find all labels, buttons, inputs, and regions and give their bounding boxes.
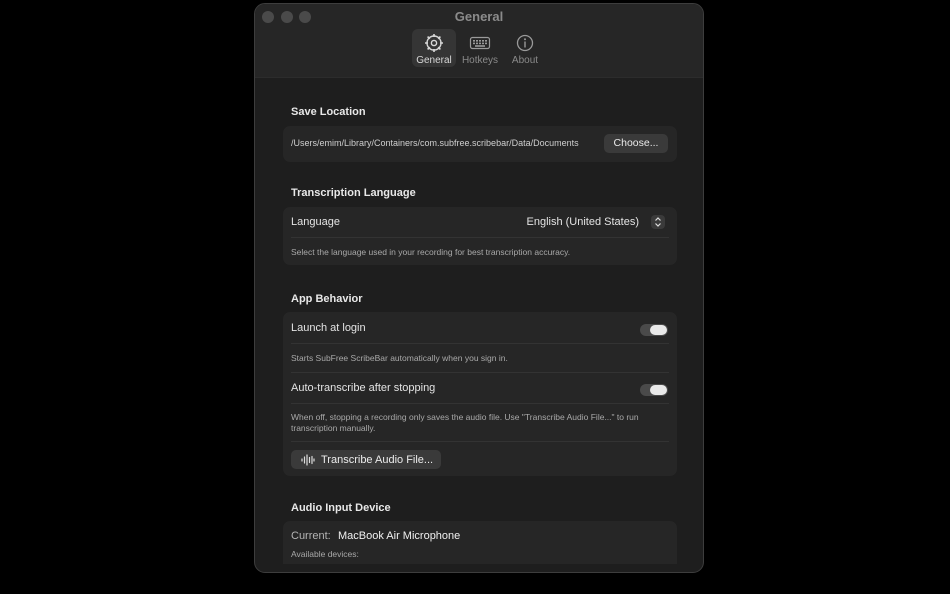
- current-device-value: MacBook Air Microphone: [338, 530, 461, 542]
- divider: [291, 441, 669, 442]
- language-stepper[interactable]: [651, 215, 665, 229]
- keyboard-icon: [469, 36, 491, 50]
- transcribe-audio-file-button[interactable]: Transcribe Audio File...: [291, 450, 441, 469]
- toggle-knob: [650, 325, 667, 335]
- tab-general-label: General: [416, 55, 452, 66]
- audio-input-card: Current: MacBook Air Microphone Availabl…: [283, 521, 677, 564]
- window-title: General: [454, 9, 504, 24]
- divider: [291, 372, 669, 373]
- auto-transcribe-label: Auto-transcribe after stopping: [291, 382, 436, 394]
- choose-button[interactable]: Choose...: [604, 134, 668, 153]
- waveform-icon: [301, 454, 315, 466]
- language-description: Select the language used in your recordi…: [291, 247, 571, 257]
- tab-about-label: About: [511, 55, 539, 66]
- auto-transcribe-description: When off, stopping a recording only save…: [291, 412, 639, 433]
- launch-at-login-description: Starts SubFree ScribeBar automatically w…: [291, 353, 508, 363]
- save-path-text: /Users/emim/Library/Containers/com.subfr…: [291, 138, 579, 148]
- toolbar: General General Hotkeys About: [255, 4, 703, 78]
- app-behavior-card: Launch at login Starts SubFree ScribeBar…: [283, 312, 677, 476]
- divider: [291, 403, 669, 404]
- available-devices-label: Available devices:: [291, 549, 359, 559]
- tab-hotkeys-label: Hotkeys: [461, 55, 499, 66]
- transcription-language-heading: Transcription Language: [291, 187, 416, 199]
- transcribe-audio-file-label: Transcribe Audio File...: [321, 454, 434, 466]
- language-label: Language: [291, 216, 340, 228]
- chevron-updown-icon: [655, 217, 661, 227]
- language-select[interactable]: English (United States): [527, 216, 640, 228]
- settings-window: General General Hotkeys About Save Locat…: [254, 3, 704, 573]
- save-location-heading: Save Location: [291, 106, 366, 118]
- app-behavior-heading: App Behavior: [291, 293, 363, 305]
- tab-about[interactable]: About: [503, 29, 547, 67]
- info-icon: [516, 34, 534, 52]
- tab-general[interactable]: General: [412, 29, 456, 67]
- settings-content[interactable]: Save Location /Users/emim/Library/Contai…: [255, 78, 703, 564]
- tab-hotkeys[interactable]: Hotkeys: [458, 29, 502, 67]
- transcription-language-card: Language English (United States) Select …: [283, 207, 677, 265]
- audio-input-heading: Audio Input Device: [291, 502, 391, 514]
- divider: [291, 343, 669, 344]
- gear-icon: [425, 34, 443, 52]
- divider: [291, 237, 669, 238]
- launch-at-login-label: Launch at login: [291, 322, 366, 334]
- launch-at-login-toggle[interactable]: [640, 324, 668, 336]
- save-location-card: /Users/emim/Library/Containers/com.subfr…: [283, 126, 677, 162]
- auto-transcribe-toggle[interactable]: [640, 384, 668, 396]
- current-device-label: Current:: [291, 530, 331, 542]
- toggle-knob: [650, 385, 667, 395]
